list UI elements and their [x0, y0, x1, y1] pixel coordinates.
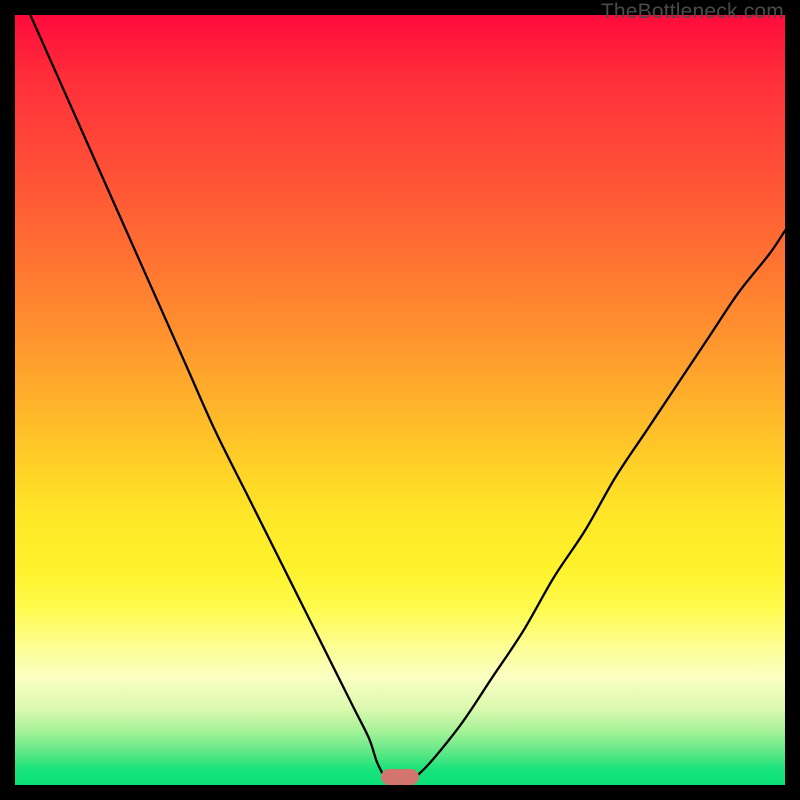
optimum-marker [381, 769, 419, 785]
attribution-text: TheBottleneck.com [601, 0, 784, 24]
chart-stage: TheBottleneck.com [0, 0, 800, 800]
gradient-plot-area [15, 15, 785, 785]
